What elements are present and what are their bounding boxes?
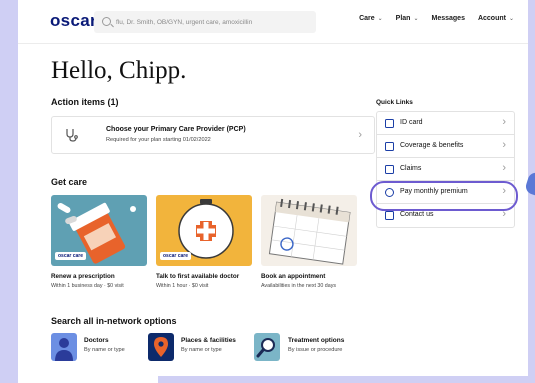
tile-subtitle: Availabilities in the next 30 days	[261, 283, 336, 289]
quick-link-claims[interactable]: Claims ›	[377, 158, 514, 181]
doctor-icon[interactable]	[51, 333, 77, 361]
chevron-down-icon: ⌄	[508, 16, 514, 22]
oscar-logo[interactable]: oscar	[50, 11, 97, 31]
option-subtitle: By name or type	[181, 347, 222, 353]
search-box[interactable]	[94, 11, 316, 33]
nav-messages-label: Messages	[431, 15, 465, 22]
shield-icon	[385, 142, 394, 151]
action-item-subtitle: Required for your plan starting 01/02/20…	[106, 137, 211, 143]
highlight-outline	[370, 181, 518, 211]
chevron-right-icon: ›	[502, 139, 506, 151]
nav-messages[interactable]: Messages	[432, 15, 465, 22]
chat-icon	[385, 211, 394, 220]
quick-link-label: Contact us	[400, 211, 434, 218]
nav-account[interactable]: Account ⌄	[478, 15, 514, 22]
location-pin-icon[interactable]	[148, 333, 174, 361]
magnifier-icon[interactable]	[254, 333, 280, 361]
bottom-strip	[18, 376, 158, 383]
tile-title[interactable]: Talk to first available doctor	[156, 273, 239, 280]
stethoscope-icon	[66, 129, 78, 142]
nav-care[interactable]: Care ⌄	[359, 15, 383, 22]
main-nav: Care ⌄ Plan ⌄ Messages Account ⌄	[359, 15, 514, 22]
chevron-down-icon: ⌄	[377, 16, 383, 22]
search-icon	[102, 17, 111, 26]
action-item-title: Choose your Primary Care Provider (PCP)	[106, 126, 246, 133]
quick-link-label: Claims	[400, 165, 422, 172]
option-doctors[interactable]: Doctors	[84, 337, 109, 344]
option-treatment-options[interactable]: Treatment options	[288, 337, 344, 344]
option-subtitle: By name or type	[84, 347, 125, 353]
quick-link-coverage-benefits[interactable]: Coverage & benefits ›	[377, 135, 514, 158]
chevron-right-icon: ›	[502, 162, 506, 174]
oscar-care-badge: oscar care	[160, 252, 192, 260]
action-item-choose-pcp[interactable]: Choose your Primary Care Provider (PCP) …	[51, 116, 375, 154]
id-card-icon	[385, 119, 394, 128]
quick-links-title: Quick Links	[376, 99, 413, 106]
tile-subtitle: Within 1 hour · $0 visit	[156, 283, 209, 289]
nav-plan-label: Plan	[395, 15, 411, 22]
top-nav: oscar Care ⌄ Plan ⌄ Messages Account ⌄	[18, 0, 528, 44]
get-care-title: Get care	[51, 177, 88, 187]
option-subtitle: By issue or procedure	[288, 347, 343, 353]
tile-title[interactable]: Renew a prescription	[51, 273, 115, 280]
search-input[interactable]	[116, 11, 312, 33]
tile-subtitle: Within 1 business day · $0 visit	[51, 283, 124, 289]
page-title: Hello, Chipp.	[51, 57, 187, 84]
quick-link-label: ID card	[400, 119, 423, 126]
option-places-facilities[interactable]: Places & facilities	[181, 337, 236, 344]
quick-link-label: Coverage & benefits	[400, 142, 464, 149]
chevron-right-icon: ›	[358, 129, 362, 141]
quick-link-id-card[interactable]: ID card ›	[377, 112, 514, 135]
search-all-title: Search all in-network options	[51, 316, 177, 326]
tile-renew-prescription[interactable]: oscar care	[51, 195, 147, 266]
tile-talk-to-doctor[interactable]: oscar care	[156, 195, 252, 266]
tile-title[interactable]: Book an appointment	[261, 273, 325, 280]
nav-account-label: Account	[477, 15, 506, 22]
calendar-illustration	[268, 198, 351, 265]
nav-care-label: Care	[359, 15, 375, 22]
app-page: oscar Care ⌄ Plan ⌄ Messages Account ⌄ H…	[18, 0, 528, 376]
chevron-down-icon: ⌄	[413, 16, 419, 22]
document-icon	[385, 165, 394, 174]
chevron-right-icon: ›	[502, 116, 506, 128]
tile-book-appointment[interactable]	[261, 195, 357, 266]
action-items-title: Action items (1)	[51, 97, 119, 107]
nav-plan[interactable]: Plan ⌄	[396, 15, 419, 22]
oscar-care-badge: oscar care	[55, 252, 87, 260]
